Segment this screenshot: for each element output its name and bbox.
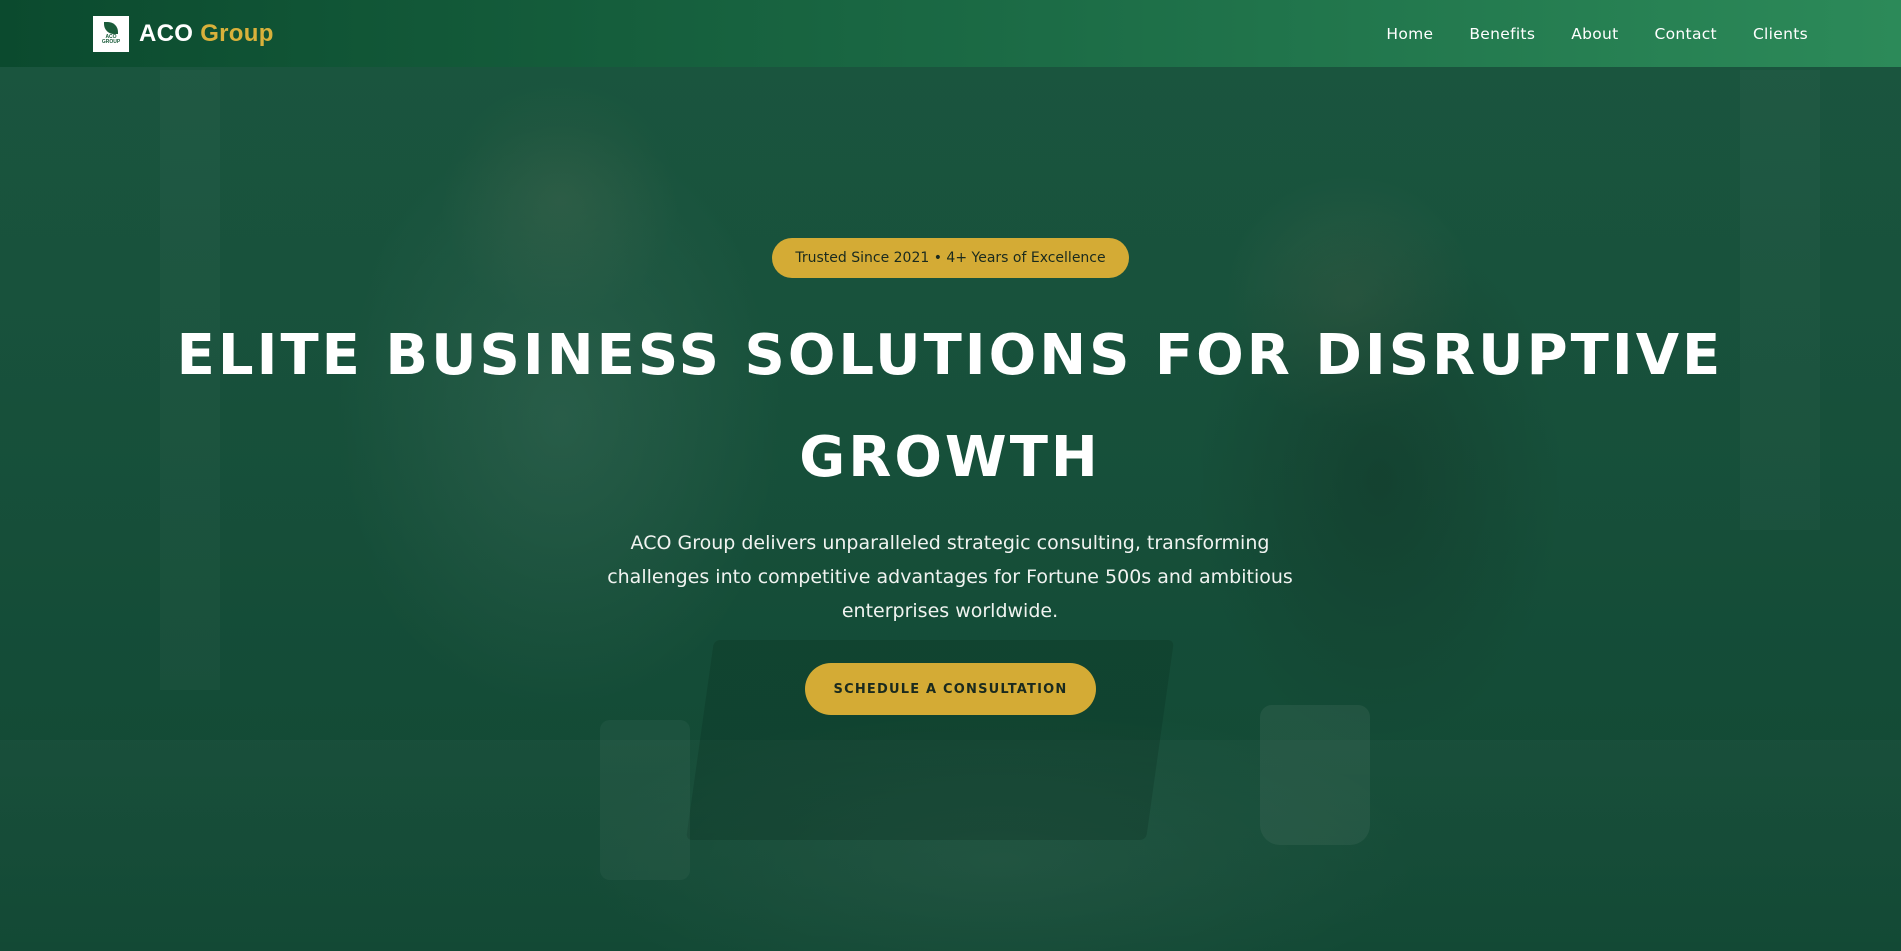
nav-link-clients[interactable]: Clients	[1753, 25, 1808, 43]
logo-icon: ACO GROUP	[93, 15, 129, 52]
trust-badge: Trusted Since 2021 • 4+ Years of Excelle…	[772, 238, 1129, 278]
brand-name-primary: ACO	[139, 19, 194, 47]
nav-links: Home Benefits About Contact Clients	[1386, 25, 1808, 43]
brand-name-accent: Group	[200, 19, 274, 47]
nav-link-about[interactable]: About	[1571, 25, 1618, 43]
leaf-icon	[104, 22, 118, 34]
logo-text-line2: GROUP	[101, 39, 121, 45]
schedule-consultation-button[interactable]: SCHEDULE A CONSULTATION	[805, 663, 1096, 715]
nav-link-home[interactable]: Home	[1386, 25, 1433, 43]
hero-section: Trusted Since 2021 • 4+ Years of Excelle…	[0, 0, 1901, 951]
brand-name: ACO Group	[139, 20, 274, 48]
hero-subtext: ACO Group delivers unparalleled strategi…	[607, 532, 1293, 622]
brand-logo-link[interactable]: ACO GROUP ACO Group	[93, 15, 274, 52]
top-navbar: ACO GROUP ACO Group Home Benefits About …	[0, 0, 1901, 67]
hero-headline: ELITE BUSINESS SOLUTIONS FOR DISRUPTIVE …	[176, 323, 1724, 490]
nav-link-benefits[interactable]: Benefits	[1469, 25, 1535, 43]
nav-link-contact[interactable]: Contact	[1655, 25, 1717, 43]
landing-page: ACO GROUP ACO Group Home Benefits About …	[0, 0, 1901, 951]
